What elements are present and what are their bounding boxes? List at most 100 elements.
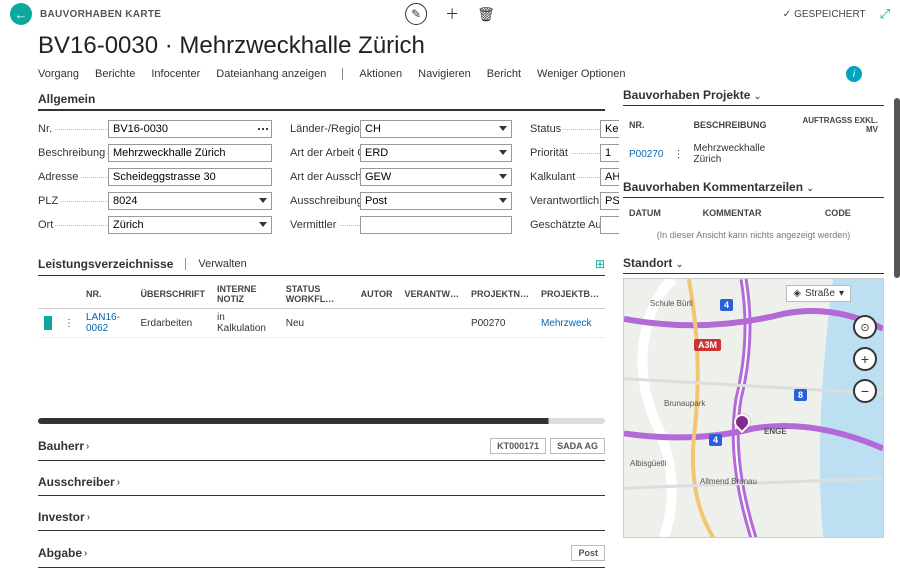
section-bauherr[interactable]: Bauherr› KT000171 SADA AG (38, 432, 605, 461)
info-icon[interactable]: i (846, 66, 862, 82)
row-handle[interactable] (44, 316, 52, 330)
delete-icon[interactable]: 🗑 (477, 6, 495, 23)
vertical-scrollbar[interactable] (894, 98, 900, 278)
section-investor[interactable]: Investor› (38, 504, 605, 531)
select-artausschr[interactable]: GEW (360, 168, 512, 186)
chevron-right-icon: › (86, 441, 89, 452)
th-projektb[interactable]: PROJEKTB… (535, 280, 605, 309)
th-p-auftrag[interactable]: AUFTRAGSS EXKL. MV (794, 112, 882, 138)
lv-table: NR. ÜBERSCHRIFT INTERNE NOTIZ STATUS WOR… (38, 280, 605, 338)
cell-ueberschrift: Erdarbeiten (135, 309, 212, 338)
kommentare-title[interactable]: Bauvorhaben Kommentarzeilen ⌄ (623, 180, 884, 198)
cell-projektb[interactable]: Mehrzweck (535, 309, 605, 338)
th-p-besch[interactable]: BESCHREIBUNG (689, 112, 792, 138)
menu-weniger[interactable]: Weniger Optionen (537, 68, 625, 80)
chevron-down-icon: ⌄ (754, 91, 762, 101)
th-k-code[interactable]: CODE (821, 204, 882, 222)
th-nr[interactable]: NR. (80, 280, 135, 309)
menu-dateianhang[interactable]: Dateianhang anzeigen (216, 68, 326, 80)
road-shield: 8 (794, 389, 807, 401)
projekte-title[interactable]: Bauvorhaben Projekte ⌄ (623, 88, 884, 106)
th-k-kommentar[interactable]: KOMMENTAR (699, 204, 819, 222)
menu-aktionen[interactable]: Aktionen (359, 68, 402, 80)
label-prioritaet: Priorität (530, 147, 570, 159)
input-nr[interactable] (108, 120, 272, 138)
back-button[interactable]: ← (10, 3, 32, 25)
th-ueberschrift[interactable]: ÜBERSCHRIFT (135, 280, 212, 309)
kommentare-table: DATUM KOMMENTAR CODE (623, 202, 884, 224)
table-row[interactable]: ⋮ LAN16-0062 Erdarbeiten in Kalkulation … (38, 309, 605, 338)
standort-title[interactable]: Standort ⌄ (623, 256, 884, 274)
select-kalkulant[interactable]: AH (600, 168, 619, 186)
menu-vorgang[interactable]: Vorgang (38, 68, 79, 80)
section-ausschreiber[interactable]: Ausschreiber› (38, 469, 605, 496)
menu-infocenter[interactable]: Infocenter (151, 68, 200, 80)
edit-icon[interactable]: ✎ (405, 3, 427, 25)
select-land[interactable]: CH (360, 120, 512, 138)
chevron-right-icon: › (84, 548, 87, 559)
cell-nr[interactable]: LAN16-0062 (80, 309, 135, 338)
lv-verwalten[interactable]: Verwalten (198, 258, 246, 270)
label-kalkulant: Kalkulant (530, 171, 577, 183)
select-ausschrsel[interactable]: Post (360, 192, 512, 210)
page-title: BV16-0030 · Mehrzweckhalle Zürich (0, 28, 900, 66)
section-allgemein: Allgemein (38, 88, 605, 111)
new-icon[interactable]: ＋ (445, 4, 459, 24)
topbar: ← BAUVORHABEN KARTE ✎ ＋ 🗑 ✓ GESPEICHERT … (0, 0, 900, 28)
th-p-nr[interactable]: NR. (625, 112, 667, 138)
th-verantw[interactable]: VERANTW… (398, 280, 465, 309)
th-k-datum[interactable]: DATUM (625, 204, 697, 222)
map-type-selector[interactable]: ◈ Straße ▾ (786, 285, 851, 302)
th-notiz[interactable]: INTERNE NOTIZ (211, 280, 280, 309)
locate-icon[interactable]: ⊙ (853, 315, 877, 339)
select-ort[interactable]: Zürich (108, 216, 272, 234)
map-label: Schule Bürli (650, 299, 693, 308)
zoom-in-button[interactable]: + (853, 347, 877, 371)
p-cell-besch: Mehrzweckhalle Zürich (689, 140, 792, 168)
chevron-right-icon: › (87, 512, 90, 523)
zoom-out-button[interactable]: − (853, 379, 877, 403)
label-verantwortlich: Verantwortlich (530, 195, 600, 207)
table-row[interactable]: P00270 ⋮ Mehrzweckhalle Zürich (625, 140, 882, 168)
th-autor[interactable]: AUTOR (355, 280, 399, 309)
cell-projektn: P00270 (465, 309, 535, 338)
row-menu-icon[interactable]: ⋮ (58, 309, 80, 338)
th-status[interactable]: STATUS WORKFL… (280, 280, 355, 309)
chevron-down-icon: ⌄ (806, 183, 814, 193)
select-verantwortlich[interactable]: PS (600, 192, 619, 210)
horizontal-scrollbar[interactable] (38, 418, 605, 424)
menu-bericht[interactable]: Bericht (487, 68, 521, 80)
p-cell-nr[interactable]: P00270 (625, 140, 667, 168)
form-grid: Nr. Beschreibung Adresse PLZ8024 OrtZüri… (38, 119, 605, 239)
map[interactable]: ◈ Straße ▾ ⊙ + − 4 4 8 A3M Schule Bürli … (623, 278, 884, 538)
input-adresse[interactable] (108, 168, 272, 186)
menu-berichte[interactable]: Berichte (95, 68, 135, 80)
top-center-icons: ✎ ＋ 🗑 (405, 3, 495, 25)
expand-icon[interactable]: ⊞ (595, 257, 605, 271)
bauherr-name: SADA AG (550, 438, 605, 454)
label-ausschrsel: Ausschreibungsel… (290, 195, 360, 207)
saved-indicator: ✓ GESPEICHERT (783, 9, 866, 20)
subhead-lv: Leistungsverzeichnisse Verwalten ⊞ (38, 253, 605, 276)
label-auftragswert: Geschätzte Auftr… (530, 219, 600, 231)
input-auftragswert[interactable] (600, 216, 619, 234)
label-artarbeit: Art der Arbeit Co… (290, 147, 360, 159)
select-status[interactable]: Kenntnis erl. (600, 120, 619, 138)
left-panel: Allgemein Nr. Beschreibung Adresse PLZ80… (0, 88, 619, 587)
select-artarbeit[interactable]: ERD (360, 144, 512, 162)
select-plz[interactable]: 8024 (108, 192, 272, 210)
map-label: Allmend Brunau (700, 477, 757, 486)
input-vermittler[interactable] (360, 216, 512, 234)
road-shield: A3M (694, 339, 721, 351)
menu-navigieren[interactable]: Navigieren (418, 68, 471, 80)
breadcrumb: BAUVORHABEN KARTE (40, 9, 161, 20)
map-label: Albisgüetli (630, 459, 666, 468)
right-panel: Bauvorhaben Projekte ⌄ NR. BESCHREIBUNG … (619, 88, 894, 587)
th-projektn[interactable]: PROJEKTN… (465, 280, 535, 309)
collapse-icon[interactable]: ⤢ (880, 6, 890, 22)
section-abgabe[interactable]: Abgabe› Post (38, 539, 605, 568)
input-beschreibung[interactable] (108, 144, 272, 162)
row-menu-icon[interactable]: ⋮ (669, 140, 687, 168)
select-prioritaet[interactable]: 1 (600, 144, 619, 162)
empty-message: (In dieser Ansicht kann nichts angezeigt… (623, 224, 884, 246)
